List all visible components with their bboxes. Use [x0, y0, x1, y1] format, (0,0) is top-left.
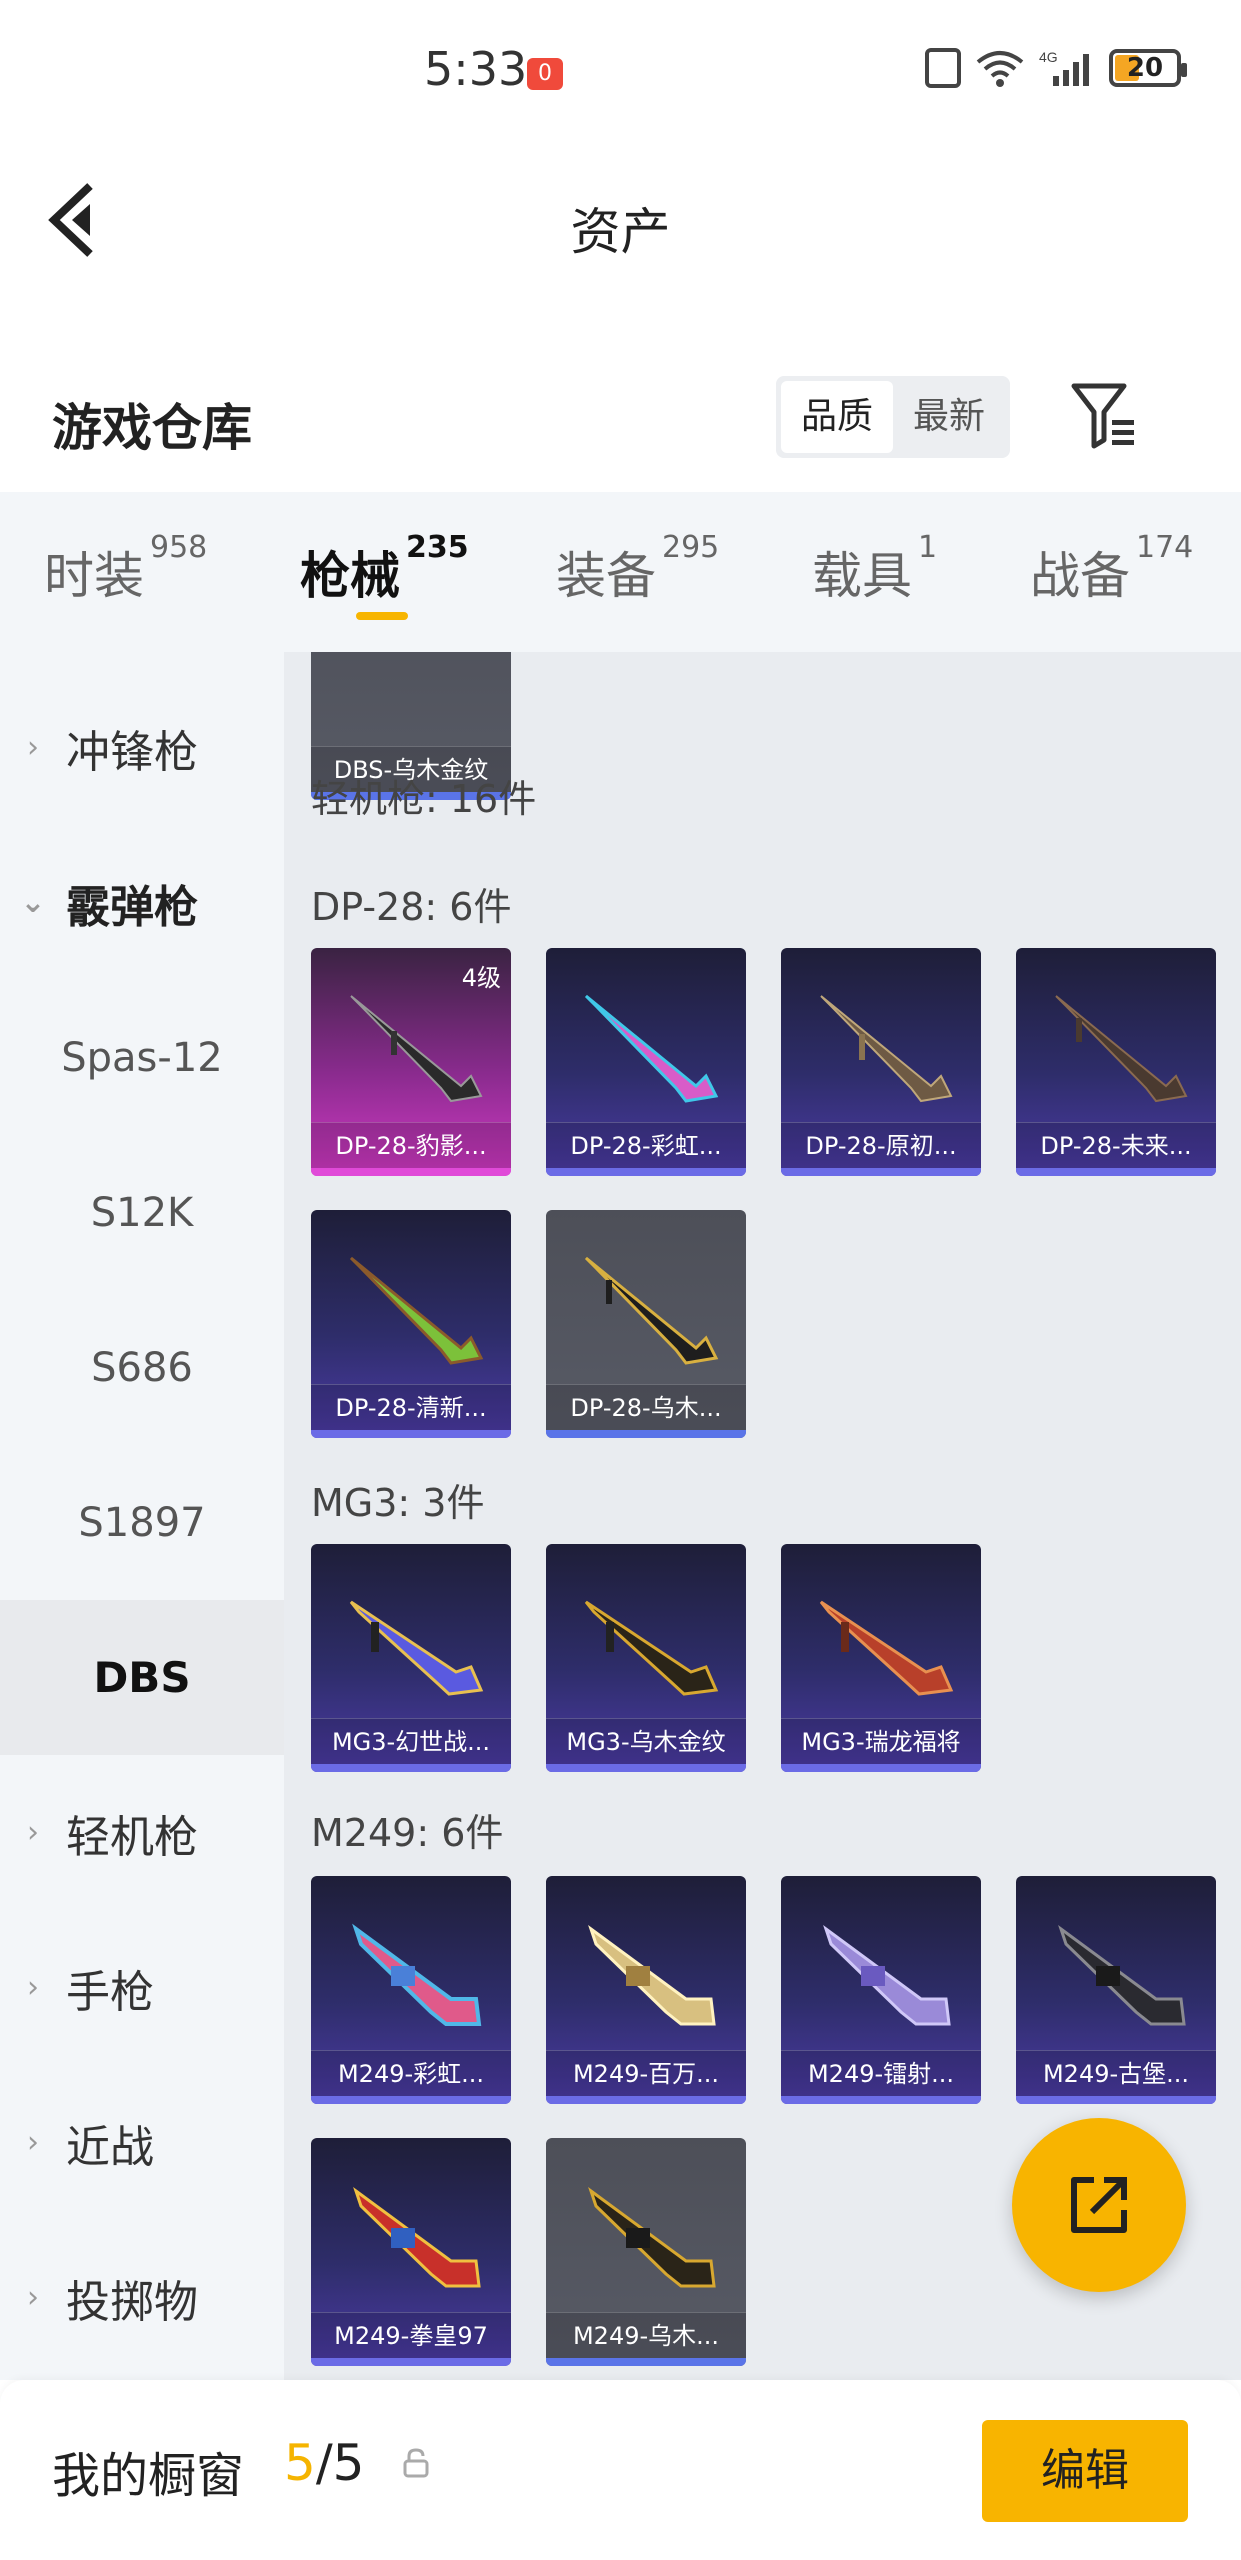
lmg-skin-icon	[823, 1924, 951, 2026]
lmg-skin-icon	[584, 1256, 719, 1365]
battery-icon: 20	[1109, 49, 1187, 87]
sidebar-item-s12k[interactable]: S12K	[0, 1135, 284, 1290]
chevron-down-icon: ⌄	[20, 885, 46, 920]
item-card[interactable]: DP-28-清新...	[311, 1210, 511, 1438]
tab-firearms[interactable]: 枪械 235	[300, 530, 469, 608]
lmg-skin-icon	[352, 1923, 482, 2026]
lmg-skin-icon	[350, 995, 483, 1103]
active-tab-indicator	[356, 612, 408, 620]
group-label: M249: 6件	[311, 1811, 504, 1855]
showcase-count: 5/5	[284, 2434, 365, 2492]
item-card[interactable]: DP-28-原初...	[781, 948, 981, 1176]
item-name: MG3-瑞龙福将	[781, 1718, 981, 1764]
showcase-label: 我的橱窗	[52, 2448, 245, 2504]
svg-text:4G: 4G	[1039, 49, 1058, 65]
sidebar-item-dbs[interactable]: DBS	[0, 1600, 284, 1755]
item-name: DP-28-未来...	[1016, 1122, 1216, 1168]
nfc-icon	[925, 48, 961, 88]
item-name: DP-28-彩虹...	[546, 1122, 746, 1168]
wifi-icon	[976, 51, 1024, 87]
sidebar-item-melee[interactable]: › 近战	[0, 2065, 284, 2220]
tab-equipment[interactable]: 装备 295	[556, 530, 719, 608]
item-card[interactable]: M249-彩虹...	[311, 1876, 511, 2104]
warehouse-header: 游戏仓库 品质 最新	[0, 340, 1241, 490]
sort-toggle: 品质 最新	[776, 376, 1010, 458]
sort-quality-button[interactable]: 品质	[781, 381, 893, 453]
category-sidebar: › 冲锋枪 ⌄ 霰弹枪 Spas-12 S12K S686 S1897 DBS …	[0, 652, 284, 2380]
status-bar: 5:33 0 4G 20	[0, 0, 1241, 140]
category-total: 轻机枪: 16件	[311, 777, 537, 821]
item-name: DP-28-豹影...	[311, 1122, 511, 1168]
filter-button[interactable]	[1070, 380, 1140, 452]
item-card[interactable]: DP-28-乌木...	[546, 1210, 746, 1438]
item-name: MG3-幻世战...	[311, 1718, 511, 1764]
item-card[interactable]: MG3-乌木金纹	[546, 1544, 746, 1772]
tab-gear[interactable]: 战备 174	[1030, 530, 1193, 608]
lmg-skin-icon	[584, 994, 719, 1103]
item-name: M249-镭射...	[781, 2050, 981, 2096]
status-icons: 4G 20	[925, 48, 1187, 88]
signal-icon: 4G	[1039, 49, 1089, 86]
chevron-right-icon: ›	[27, 1970, 39, 2005]
item-name: DP-28-原初...	[781, 1122, 981, 1168]
lmg-skin-icon	[820, 995, 953, 1103]
category-tabs: 时装 958 枪械 235 装备 295 载具 1 战备 174	[0, 492, 1241, 652]
lock-icon	[403, 2448, 429, 2478]
item-card[interactable]: 4级 DP-28-豹影...	[311, 948, 511, 1176]
tab-vehicles[interactable]: 载具 1	[812, 530, 937, 608]
item-card[interactable]: M249-拳皇97	[311, 2138, 511, 2366]
sidebar-item-s1897[interactable]: S1897	[0, 1445, 284, 1600]
item-card[interactable]: DP-28-彩虹...	[546, 948, 746, 1176]
item-name: MG3-乌木金纹	[546, 1718, 746, 1764]
lmg-skin-icon	[1055, 995, 1188, 1103]
chevron-right-icon: ›	[27, 1815, 39, 1850]
clock: 5:33	[424, 42, 528, 96]
sort-newest-button[interactable]: 最新	[893, 381, 1005, 453]
warehouse-title: 游戏仓库	[52, 399, 252, 457]
item-card[interactable]: M249-镭射...	[781, 1876, 981, 2104]
sidebar-item-smg[interactable]: › 冲锋枪	[0, 670, 284, 825]
item-name: M249-乌木...	[546, 2312, 746, 2358]
share-fab-button[interactable]	[1012, 2118, 1186, 2292]
item-name: M249-百万...	[546, 2050, 746, 2096]
item-name: DP-28-乌木...	[546, 1384, 746, 1430]
share-icon	[1071, 2177, 1127, 2233]
item-card[interactable]: MG3-瑞龙福将	[781, 1544, 981, 1772]
edit-button[interactable]: 编辑	[982, 2420, 1188, 2522]
sidebar-item-shotgun[interactable]: ⌄ 霰弹枪	[0, 825, 284, 980]
sidebar-item-lmg[interactable]: › 轻机枪	[0, 1755, 284, 1910]
lmg-skin-icon	[584, 1600, 719, 1696]
tab-fashion[interactable]: 时装 958	[44, 530, 207, 608]
item-card[interactable]: DP-28-未来...	[1016, 948, 1216, 1176]
lmg-skin-icon	[349, 1600, 484, 1696]
lmg-skin-icon	[819, 1600, 954, 1696]
item-card[interactable]: MG3-幻世战...	[311, 1544, 511, 1772]
item-card[interactable]: M249-古堡...	[1016, 1876, 1216, 2104]
sidebar-item-throwables[interactable]: › 投掷物	[0, 2220, 284, 2375]
lmg-skin-icon	[588, 1924, 716, 2026]
item-card[interactable]: M249-百万...	[546, 1876, 746, 2104]
item-level: 4级	[461, 964, 501, 992]
nav-bar: 资产	[0, 140, 1241, 300]
lmg-skin-icon	[588, 2186, 716, 2288]
lmg-skin-icon	[353, 2186, 481, 2288]
item-card[interactable]: M249-乌木...	[546, 2138, 746, 2366]
sidebar-item-spas12[interactable]: Spas-12	[0, 980, 284, 1135]
notification-badge: 0	[527, 58, 563, 90]
lmg-skin-icon	[1058, 1924, 1186, 2026]
group-label: MG3: 3件	[311, 1481, 485, 1525]
item-name: M249-拳皇97	[311, 2312, 511, 2358]
chevron-right-icon: ›	[27, 2125, 39, 2160]
item-name: M249-古堡...	[1016, 2050, 1216, 2096]
sidebar-item-s686[interactable]: S686	[0, 1290, 284, 1445]
item-name: M249-彩虹...	[311, 2050, 511, 2096]
page-title: 资产	[570, 203, 671, 261]
item-name: DP-28-清新...	[311, 1384, 511, 1430]
chevron-right-icon: ›	[27, 730, 39, 765]
lmg-skin-icon	[349, 1256, 484, 1365]
group-label: DP-28: 6件	[311, 885, 512, 929]
showcase-bar: 我的橱窗 5/5 编辑	[0, 2380, 1241, 2560]
sidebar-item-pistol[interactable]: › 手枪	[0, 1910, 284, 2065]
chevron-right-icon: ›	[27, 2280, 39, 2315]
